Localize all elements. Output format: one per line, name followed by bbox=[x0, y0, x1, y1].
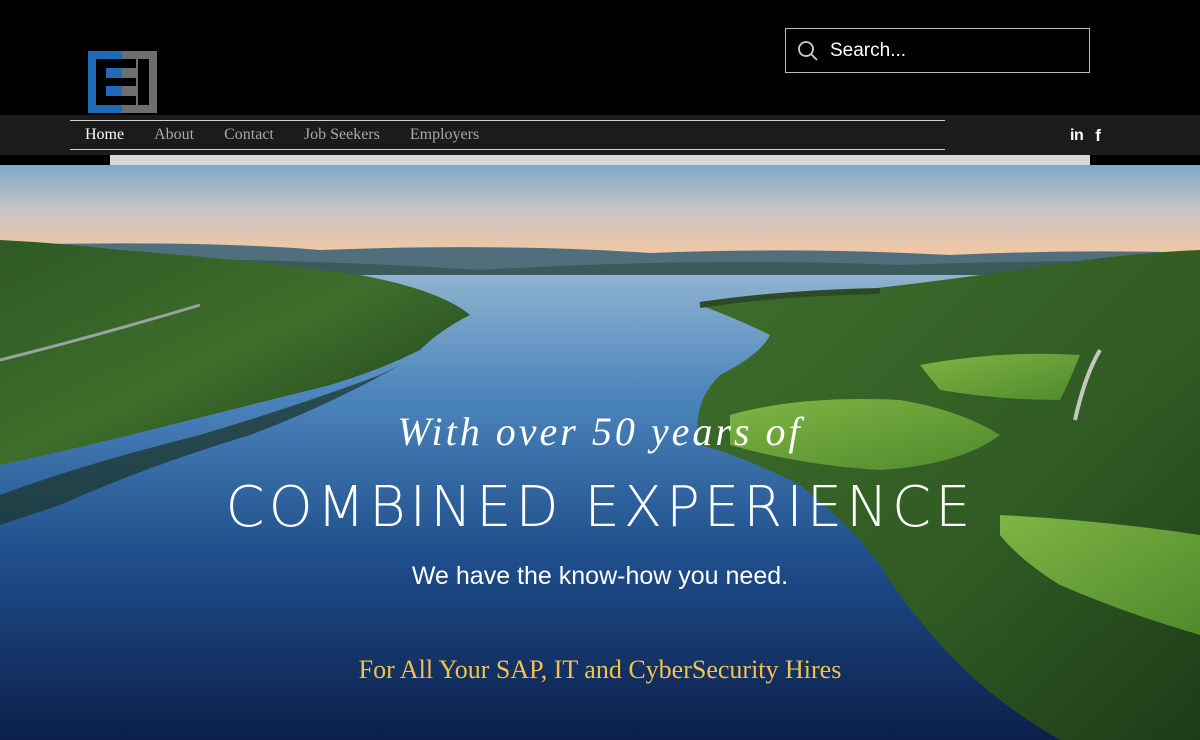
nav-item-employers[interactable]: Employers bbox=[395, 126, 494, 144]
search-icon[interactable] bbox=[797, 40, 819, 62]
search-box[interactable] bbox=[785, 28, 1090, 73]
facebook-icon[interactable]: f bbox=[1095, 126, 1101, 146]
company-logo[interactable] bbox=[88, 51, 157, 113]
hero-services-line: For All Your SAP, IT and CyberSecurity H… bbox=[358, 655, 842, 684]
nav-item-home[interactable]: Home bbox=[70, 126, 139, 144]
top-header bbox=[0, 0, 1200, 115]
nav-item-job-seekers[interactable]: Job Seekers bbox=[289, 126, 395, 144]
linkedin-icon[interactable]: in bbox=[1070, 127, 1084, 145]
social-links: in f bbox=[1070, 126, 1101, 146]
hero-subheading: With over 50 years of bbox=[397, 409, 803, 454]
search-input[interactable] bbox=[830, 39, 1080, 62]
nav-item-contact[interactable]: Contact bbox=[209, 126, 289, 144]
header-divider-strip bbox=[110, 155, 1090, 165]
main-nav: Home About Contact Job Seekers Employers bbox=[70, 120, 945, 150]
hero-heading: COMBINED EXPERIENCE bbox=[225, 475, 975, 540]
hero-tagline: We have the know-how you need. bbox=[411, 562, 789, 590]
nav-item-about[interactable]: About bbox=[139, 126, 209, 144]
